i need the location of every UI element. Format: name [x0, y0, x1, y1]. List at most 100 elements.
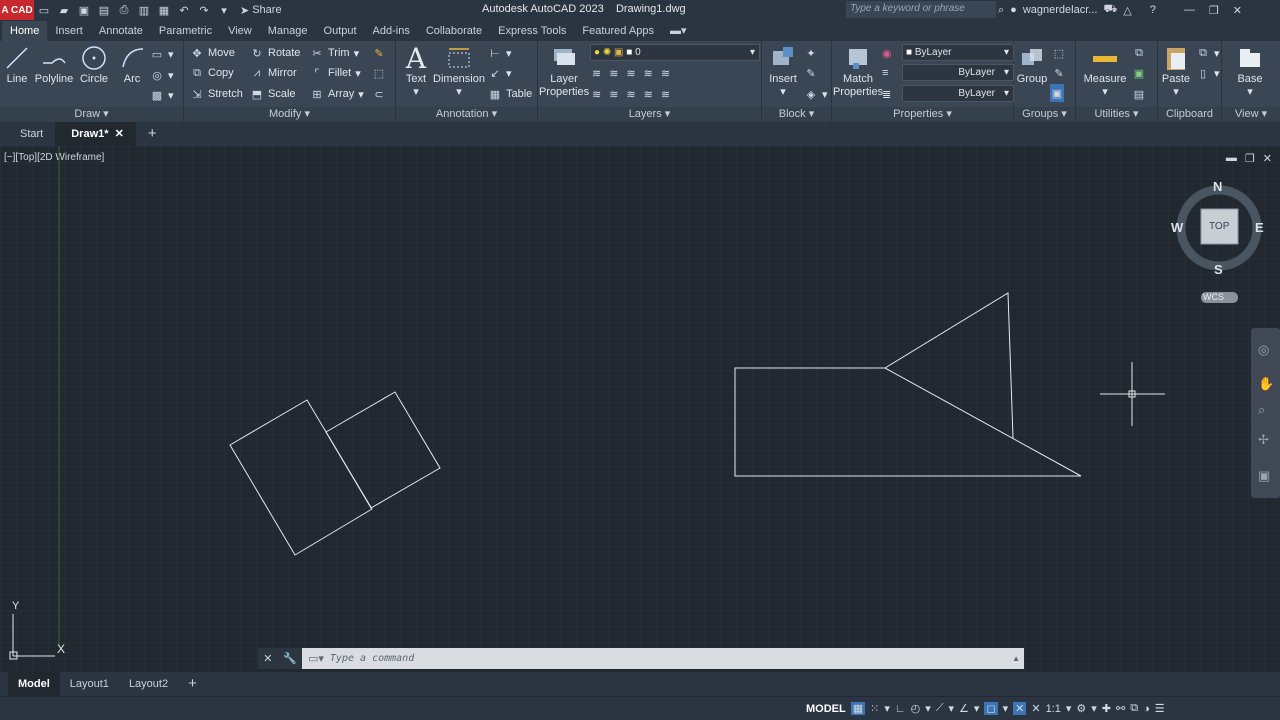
polar-icon[interactable]: ◴: [911, 702, 921, 715]
gradient-tool[interactable]: ▩ ▾: [150, 86, 174, 104]
layers-panel-title[interactable]: Layers ▾: [538, 107, 761, 122]
close-tab-icon[interactable]: ✕: [115, 128, 124, 140]
layer-properties-button[interactable]: Layer Properties: [539, 43, 589, 99]
group-button[interactable]: Group: [1016, 43, 1048, 86]
layer-dropdown[interactable]: ● ✺ ▣ ■ 0 ▾: [590, 44, 760, 61]
properties-panel-title[interactable]: Properties ▾: [832, 107, 1013, 122]
leader-tool[interactable]: ↙ ▾: [488, 64, 511, 82]
angle-icon[interactable]: ∠: [959, 702, 969, 715]
fillet-button[interactable]: ⌜ Fillet ▾: [310, 64, 360, 82]
arc-button[interactable]: Arc: [118, 43, 146, 86]
add-layout-button[interactable]: +: [178, 672, 207, 696]
save-icon[interactable]: ▣: [74, 0, 94, 20]
open-file-icon[interactable]: ▰: [54, 0, 74, 20]
attribute-tool[interactable]: ◈ ▾: [804, 85, 828, 103]
snap-icon[interactable]: ⁙: [870, 702, 879, 715]
pan-icon[interactable]: ✋: [1258, 376, 1274, 392]
group-select-tool[interactable]: ▣: [1050, 84, 1064, 102]
array-button[interactable]: ⊞ Array ▾: [310, 85, 363, 103]
restore-icon[interactable]: ❐: [1209, 4, 1219, 17]
paste-button[interactable]: Paste ▾: [1160, 43, 1192, 99]
line-button[interactable]: Line: [2, 43, 32, 86]
viewcube-west[interactable]: W: [1171, 220, 1183, 235]
base-button[interactable]: Base ▾: [1232, 43, 1268, 99]
mirror-button[interactable]: ⩘ Mirror: [250, 64, 297, 82]
view-panel-title[interactable]: View ▾: [1222, 107, 1280, 122]
user-icon[interactable]: ●: [1010, 4, 1017, 16]
save-as-icon[interactable]: ▤: [94, 0, 114, 20]
customize-qat-icon[interactable]: ▾: [214, 0, 234, 20]
command-history-icon[interactable]: ▭▾: [308, 652, 324, 665]
isolate-icon[interactable]: ◑: [1143, 703, 1150, 715]
isodraft-icon[interactable]: ⟋: [936, 702, 944, 715]
angle-dropdown-icon[interactable]: ▾: [974, 702, 980, 715]
command-input[interactable]: ▭▾ Type a command ▲: [302, 648, 1024, 669]
group-edit-tool[interactable]: ✎: [1052, 64, 1066, 82]
create-block-tool[interactable]: ✦: [804, 44, 818, 62]
tab-layout2[interactable]: Layout2: [119, 672, 178, 696]
annotation-visibility-icon[interactable]: ✕: [1013, 702, 1027, 715]
minimize-icon[interactable]: —: [1184, 4, 1195, 16]
select-all-tool[interactable]: ▣: [1132, 64, 1146, 82]
zoom-icon[interactable]: ⌕: [1258, 402, 1265, 418]
copy-clip-tool[interactable]: ⧉ ▾: [1196, 44, 1219, 62]
quick-select-tool[interactable]: ⧉: [1132, 44, 1146, 62]
customization-icon[interactable]: ☰: [1155, 702, 1165, 715]
offset-button[interactable]: ⊂: [372, 85, 386, 103]
copy-button[interactable]: ⧉ Copy: [190, 64, 234, 82]
viewcube-south[interactable]: S: [1214, 262, 1223, 277]
layer-tools-row-2[interactable]: ≋≋≋≋≋: [592, 85, 678, 103]
tab-collaborate[interactable]: Collaborate: [418, 21, 490, 41]
tab-parametric[interactable]: Parametric: [151, 21, 220, 41]
customize-command-icon[interactable]: 🔧: [283, 652, 297, 665]
showmotion-icon[interactable]: ▣: [1258, 468, 1270, 484]
print-icon[interactable]: ▦: [154, 0, 174, 20]
lineweight-dropdown[interactable]: ByLayer ▾: [902, 85, 1014, 102]
tab-manage[interactable]: Manage: [260, 21, 316, 41]
search-input[interactable]: Type a keyword or phrase: [846, 1, 996, 18]
cut-clip-tool[interactable]: ▯ ▾: [1196, 64, 1220, 82]
tab-insert[interactable]: Insert: [47, 21, 91, 41]
ortho-icon[interactable]: ∟: [895, 703, 906, 715]
trim-button[interactable]: ✂ Trim ▾: [310, 44, 359, 62]
annotation-scale-icon[interactable]: ✕: [1031, 702, 1040, 715]
linetype-dropdown[interactable]: ByLayer ▾: [902, 64, 1014, 81]
new-file-icon[interactable]: ▭: [34, 0, 54, 20]
layer-tools-row-1[interactable]: ≋≋≋≋≋: [592, 64, 678, 82]
tab-express-tools[interactable]: Express Tools: [490, 21, 574, 41]
ungroup-tool[interactable]: ⬚: [1052, 44, 1066, 62]
command-expand-icon[interactable]: ▲: [1012, 654, 1020, 663]
osnap-dropdown-icon[interactable]: ▾: [1003, 702, 1009, 715]
close-icon[interactable]: ✕: [1233, 4, 1242, 17]
cart-icon[interactable]: ⛟: [1103, 3, 1117, 17]
wcs-label[interactable]: WCS: [1203, 292, 1224, 302]
annotation-monitor-icon[interactable]: ✚: [1102, 702, 1111, 715]
erase-button[interactable]: ✎: [372, 44, 386, 62]
modify-panel-title[interactable]: Modify ▾: [184, 107, 395, 122]
tab-output[interactable]: Output: [316, 21, 365, 41]
close-command-icon[interactable]: ✕: [263, 652, 272, 665]
quick-properties-icon[interactable]: ⧉: [1130, 702, 1138, 715]
table-button[interactable]: ▦ Table: [488, 85, 533, 103]
annotation-scale-label[interactable]: 1:1: [1046, 703, 1061, 715]
plot-icon[interactable]: ⎙: [114, 0, 134, 20]
clipboard-panel-title[interactable]: Clipboard: [1158, 107, 1221, 122]
explode-button[interactable]: ⬚: [372, 64, 386, 82]
color-dropdown[interactable]: ■ ByLayer ▾: [902, 44, 1014, 61]
tab-layout1[interactable]: Layout1: [60, 672, 119, 696]
tab-view[interactable]: View: [220, 21, 260, 41]
match-properties-button[interactable]: Match Properties: [833, 43, 883, 99]
tab-drawing[interactable]: Draw1* ✕: [59, 122, 136, 146]
viewcube-east[interactable]: E: [1255, 220, 1264, 235]
viewcube-top-face[interactable]: TOP: [1209, 221, 1229, 232]
steering-wheel-icon[interactable]: ◎: [1258, 342, 1269, 358]
linear-dim-tool[interactable]: ⊢ ▾: [488, 44, 511, 62]
username-label[interactable]: wagnerdelacr...: [1023, 4, 1098, 16]
tab-model[interactable]: Model: [8, 672, 60, 696]
grid-icon[interactable]: ▦: [850, 702, 866, 715]
annotation-panel-title[interactable]: Annotation ▾: [396, 107, 537, 122]
isodraft-dropdown-icon[interactable]: ▾: [949, 702, 955, 715]
utilities-panel-title[interactable]: Utilities ▾: [1076, 107, 1157, 122]
workspace-dropdown-icon[interactable]: ▾: [1091, 702, 1097, 715]
autodesk-app-icon[interactable]: △: [1123, 4, 1131, 17]
